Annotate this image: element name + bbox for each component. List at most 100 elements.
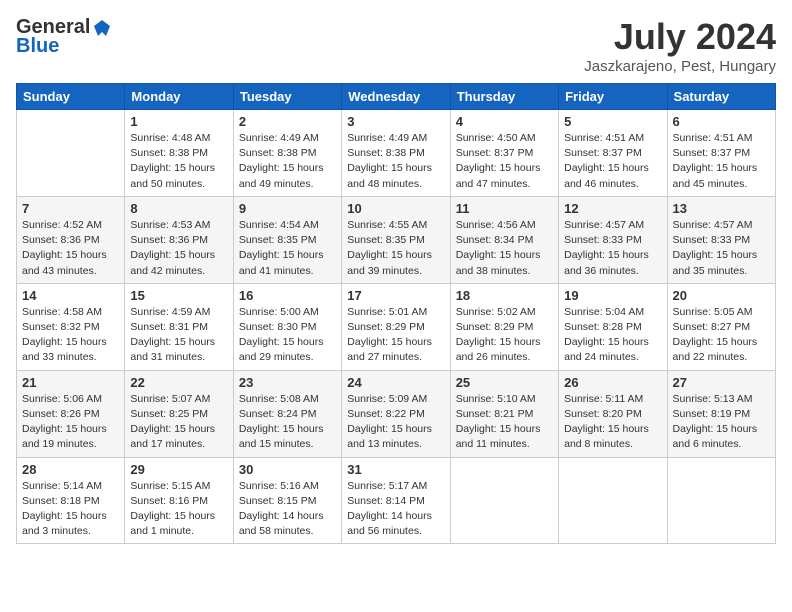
- calendar-cell: 24Sunrise: 5:09 AM Sunset: 8:22 PM Dayli…: [342, 370, 450, 457]
- day-number: 13: [673, 201, 770, 216]
- calendar-cell: 25 Sunrise: 5:10 AM Sunset: 8:21 PM Dayli…: [450, 370, 558, 457]
- day-info: Sunrise: 5:10 AM Sunset: 8:21 PM Dayligh…: [456, 392, 553, 453]
- calendar-cell: 8 Sunrise: 4:53 AM Sunset: 8:36 PM Daylig…: [125, 196, 233, 283]
- calendar-cell: 7 Sunrise: 4:52 AM Sunset: 8:36 PM Daylig…: [17, 196, 125, 283]
- day-number: 30: [239, 462, 336, 477]
- day-info: Sunrise: 5:08 AM Sunset: 8:24 PM Dayligh…: [239, 392, 336, 453]
- day-number: 3: [347, 114, 444, 129]
- day-number: 22: [130, 375, 227, 390]
- day-info: Sunrise: 4:55 AM Sunset: 8:35 PM Dayligh…: [347, 218, 444, 279]
- calendar-cell: [450, 457, 558, 544]
- day-info: Sunrise: 4:57 AM Sunset: 8:33 PM Dayligh…: [673, 218, 770, 279]
- day-info: Sunrise: 5:01 AM Sunset: 8:29 PM Dayligh…: [347, 305, 444, 366]
- day-info: Sunrise: 4:54 AM Sunset: 8:35 PM Dayligh…: [239, 218, 336, 279]
- day-info: Sunrise: 4:53 AM Sunset: 8:36 PM Dayligh…: [130, 218, 227, 279]
- calendar-week-row: 1 Sunrise: 4:48 AM Sunset: 8:38 PM Daylig…: [17, 110, 776, 197]
- day-number: 27: [673, 375, 770, 390]
- day-number: 20: [673, 288, 770, 303]
- day-info: Sunrise: 4:58 AM Sunset: 8:32 PM Dayligh…: [22, 305, 119, 366]
- day-info: Sunrise: 5:15 AM Sunset: 8:16 PM Dayligh…: [130, 479, 227, 540]
- day-number: 9: [239, 201, 336, 216]
- day-info: Sunrise: 5:17 AM Sunset: 8:14 PM Dayligh…: [347, 479, 444, 540]
- day-info: Sunrise: 4:49 AM Sunset: 8:38 PM Dayligh…: [347, 131, 444, 192]
- calendar-cell: 21 Sunrise: 5:06 AM Sunset: 8:26 PM Dayli…: [17, 370, 125, 457]
- day-number: 21: [22, 375, 119, 390]
- header-saturday: Saturday: [667, 84, 775, 110]
- day-number: 15: [130, 288, 227, 303]
- day-number: 8: [130, 201, 227, 216]
- day-info: Sunrise: 4:48 AM Sunset: 8:38 PM Dayligh…: [130, 131, 227, 192]
- day-info: Sunrise: 5:02 AM Sunset: 8:29 PM Dayligh…: [456, 305, 553, 366]
- day-info: Sunrise: 5:11 AM Sunset: 8:20 PM Dayligh…: [564, 392, 661, 453]
- day-number: 25: [456, 375, 553, 390]
- header-wednesday: Wednesday: [342, 84, 450, 110]
- day-number: 1: [130, 114, 227, 129]
- day-number: 17: [347, 288, 444, 303]
- calendar-cell: 28Sunrise: 5:14 AM Sunset: 8:18 PM Dayli…: [17, 457, 125, 544]
- day-info: Sunrise: 4:51 AM Sunset: 8:37 PM Dayligh…: [564, 131, 661, 192]
- month-year-title: July 2024: [584, 16, 776, 58]
- calendar-cell: 3 Sunrise: 4:49 AM Sunset: 8:38 PM Daylig…: [342, 110, 450, 197]
- calendar-cell: 26Sunrise: 5:11 AM Sunset: 8:20 PM Dayli…: [559, 370, 667, 457]
- page-header: General Blue July 2024 Jaszkarajeno, Pes…: [16, 16, 776, 75]
- day-number: 16: [239, 288, 336, 303]
- calendar-cell: 1 Sunrise: 4:48 AM Sunset: 8:38 PM Daylig…: [125, 110, 233, 197]
- header-tuesday: Tuesday: [233, 84, 341, 110]
- logo: General Blue: [16, 16, 112, 58]
- calendar-cell: 20 Sunrise: 5:05 AM Sunset: 8:27 PM Dayli…: [667, 283, 775, 370]
- day-number: 29: [130, 462, 227, 477]
- calendar-cell: [667, 457, 775, 544]
- day-number: 28: [22, 462, 119, 477]
- calendar-cell: 30 Sunrise: 5:16 AM Sunset: 8:15 PM Dayli…: [233, 457, 341, 544]
- calendar-cell: 22Sunrise: 5:07 AM Sunset: 8:25 PM Dayli…: [125, 370, 233, 457]
- calendar-cell: 16 Sunrise: 5:00 AM Sunset: 8:30 PM Dayli…: [233, 283, 341, 370]
- day-number: 11: [456, 201, 553, 216]
- calendar-week-row: 7 Sunrise: 4:52 AM Sunset: 8:36 PM Daylig…: [17, 196, 776, 283]
- day-number: 18: [456, 288, 553, 303]
- day-info: Sunrise: 5:16 AM Sunset: 8:15 PM Dayligh…: [239, 479, 336, 540]
- day-number: 31: [347, 462, 444, 477]
- day-info: Sunrise: 5:06 AM Sunset: 8:26 PM Dayligh…: [22, 392, 119, 453]
- header-thursday: Thursday: [450, 84, 558, 110]
- calendar-cell: 9 Sunrise: 4:54 AM Sunset: 8:35 PM Daylig…: [233, 196, 341, 283]
- calendar-cell: 2Sunrise: 4:49 AM Sunset: 8:38 PM Daylig…: [233, 110, 341, 197]
- calendar-cell: 6 Sunrise: 4:51 AM Sunset: 8:37 PM Daylig…: [667, 110, 775, 197]
- day-info: Sunrise: 4:50 AM Sunset: 8:37 PM Dayligh…: [456, 131, 553, 192]
- calendar-cell: 19 Sunrise: 5:04 AM Sunset: 8:28 PM Dayli…: [559, 283, 667, 370]
- calendar-cell: 29 Sunrise: 5:15 AM Sunset: 8:16 PM Dayli…: [125, 457, 233, 544]
- day-info: Sunrise: 4:59 AM Sunset: 8:31 PM Dayligh…: [130, 305, 227, 366]
- location-subtitle: Jaszkarajeno, Pest, Hungary: [584, 58, 776, 75]
- logo-bird-icon: [92, 18, 112, 38]
- calendar-cell: 4Sunrise: 4:50 AM Sunset: 8:37 PM Daylig…: [450, 110, 558, 197]
- calendar-cell: [559, 457, 667, 544]
- calendar-cell: 5Sunrise: 4:51 AM Sunset: 8:37 PM Daylig…: [559, 110, 667, 197]
- day-info: Sunrise: 5:00 AM Sunset: 8:30 PM Dayligh…: [239, 305, 336, 366]
- day-info: Sunrise: 4:52 AM Sunset: 8:36 PM Dayligh…: [22, 218, 119, 279]
- day-number: 7: [22, 201, 119, 216]
- day-info: Sunrise: 4:56 AM Sunset: 8:34 PM Dayligh…: [456, 218, 553, 279]
- day-number: 12: [564, 201, 661, 216]
- calendar-week-row: 21 Sunrise: 5:06 AM Sunset: 8:26 PM Dayli…: [17, 370, 776, 457]
- calendar-table: SundayMondayTuesdayWednesdayThursdayFrid…: [16, 83, 776, 544]
- day-number: 19: [564, 288, 661, 303]
- day-number: 2: [239, 114, 336, 129]
- day-info: Sunrise: 5:05 AM Sunset: 8:27 PM Dayligh…: [673, 305, 770, 366]
- day-info: Sunrise: 4:51 AM Sunset: 8:37 PM Dayligh…: [673, 131, 770, 192]
- day-number: 14: [22, 288, 119, 303]
- day-number: 6: [673, 114, 770, 129]
- day-number: 10: [347, 201, 444, 216]
- calendar-cell: 11 Sunrise: 4:56 AM Sunset: 8:34 PM Dayli…: [450, 196, 558, 283]
- header-sunday: Sunday: [17, 84, 125, 110]
- logo-blue-text: Blue: [16, 35, 59, 58]
- calendar-cell: 31 Sunrise: 5:17 AM Sunset: 8:14 PM Dayli…: [342, 457, 450, 544]
- day-info: Sunrise: 5:09 AM Sunset: 8:22 PM Dayligh…: [347, 392, 444, 453]
- calendar-cell: 18 Sunrise: 5:02 AM Sunset: 8:29 PM Dayli…: [450, 283, 558, 370]
- day-info: Sunrise: 5:04 AM Sunset: 8:28 PM Dayligh…: [564, 305, 661, 366]
- calendar-cell: 13 Sunrise: 4:57 AM Sunset: 8:33 PM Dayli…: [667, 196, 775, 283]
- calendar-cell: 10 Sunrise: 4:55 AM Sunset: 8:35 PM Dayli…: [342, 196, 450, 283]
- calendar-cell: 12 Sunrise: 4:57 AM Sunset: 8:33 PM Dayli…: [559, 196, 667, 283]
- day-info: Sunrise: 4:57 AM Sunset: 8:33 PM Dayligh…: [564, 218, 661, 279]
- calendar-header-row: SundayMondayTuesdayWednesdayThursdayFrid…: [17, 84, 776, 110]
- day-number: 23: [239, 375, 336, 390]
- header-friday: Friday: [559, 84, 667, 110]
